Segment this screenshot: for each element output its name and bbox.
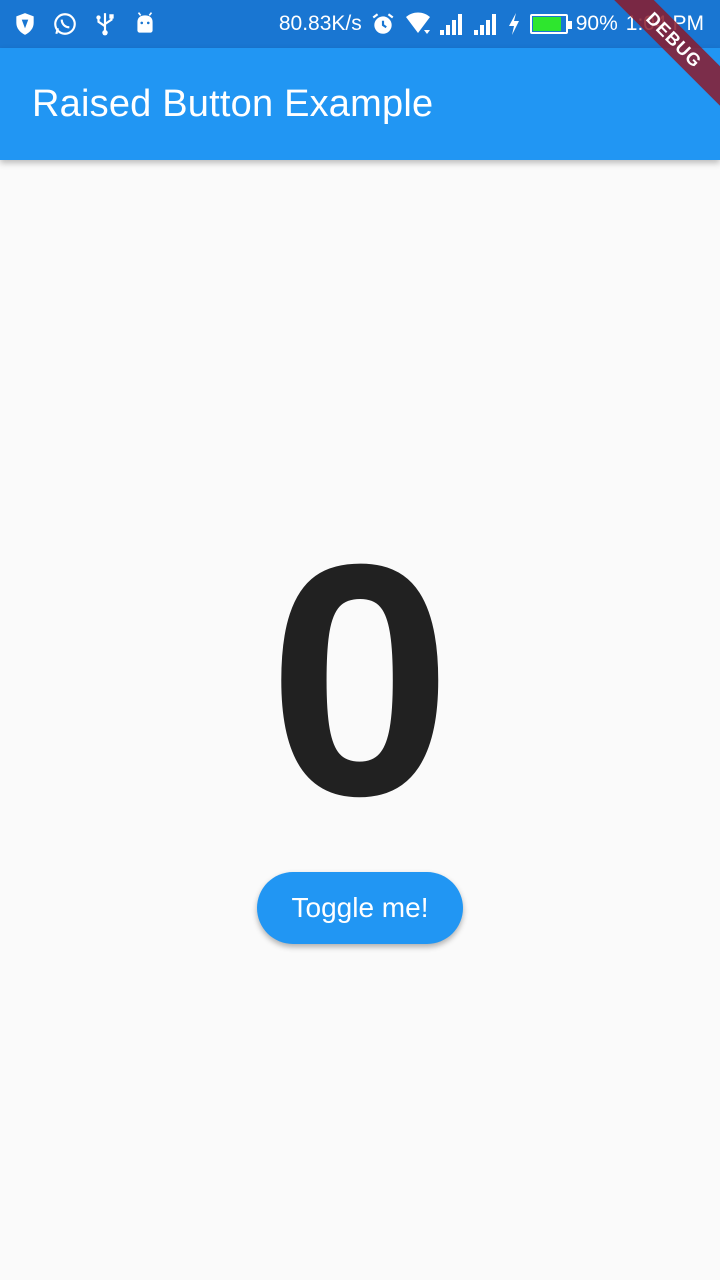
- signal-icon: [472, 11, 498, 37]
- wifi-icon: [404, 11, 430, 37]
- main-content: 0 Toggle me!: [0, 160, 720, 1280]
- usb-icon: [92, 11, 118, 37]
- shield-icon: [12, 11, 38, 37]
- signal-icon: [438, 11, 464, 37]
- battery-level: [532, 17, 562, 31]
- android-icon: [132, 11, 158, 37]
- battery-percent: 90%: [575, 12, 618, 35]
- network-speed: 80.83K/s: [278, 12, 362, 35]
- status-bar: 80.83K/s 90% 1:04 PM: [0, 0, 720, 48]
- counter-value: 0: [268, 495, 452, 864]
- app-title: Raised Button Example: [32, 82, 434, 125]
- charging-icon: [506, 11, 522, 37]
- app-bar: Raised Button Example: [0, 48, 720, 160]
- battery-icon: [529, 14, 572, 34]
- alarm-icon: [370, 11, 396, 37]
- whatsapp-icon: [52, 11, 78, 37]
- screen: 80.83K/s 90% 1:04 PM Raised Button: [0, 0, 720, 1280]
- toggle-button[interactable]: Toggle me!: [257, 872, 463, 944]
- status-bar-left: [12, 11, 172, 37]
